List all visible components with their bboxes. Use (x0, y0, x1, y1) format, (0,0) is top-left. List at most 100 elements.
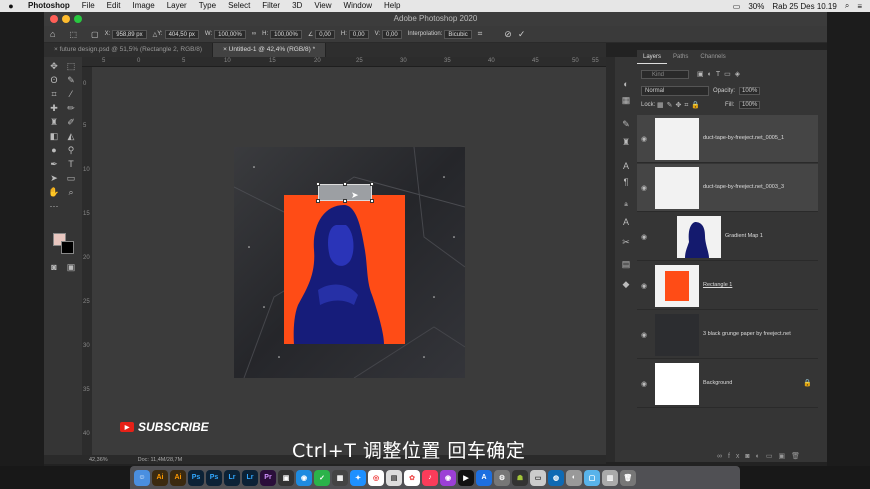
menu-image[interactable]: Image (126, 0, 160, 12)
menu-select[interactable]: Select (222, 0, 256, 12)
transform-handle[interactable] (343, 199, 347, 203)
eraser-tool-icon[interactable]: ◧ (49, 131, 59, 141)
zoom-level[interactable]: 42,36% (89, 457, 108, 463)
preview-icon[interactable]: ▭ (530, 469, 546, 486)
calendar-icon[interactable]: ▤ (386, 469, 402, 486)
spotlight-icon[interactable]: ⌕ (845, 1, 849, 11)
angle-field[interactable]: 0,00 (315, 29, 335, 39)
filter-icons[interactable]: ▣◐T▭◈ (697, 70, 744, 78)
menu-file[interactable]: File (76, 0, 101, 12)
transform-handle[interactable] (370, 199, 374, 203)
warp-icon[interactable]: ⌗ (478, 29, 483, 39)
visibility-eye-icon[interactable]: ◉ (641, 282, 647, 290)
menu-help[interactable]: Help (378, 0, 406, 12)
lightroom-icon[interactable]: Lr (224, 469, 240, 486)
commit-transform-icon[interactable]: ✓ (518, 29, 526, 40)
opacity-field[interactable]: 100% (739, 87, 761, 95)
tab-channels[interactable]: Channels (694, 50, 731, 64)
paragraph-panel-icon[interactable]: ¶ (621, 177, 631, 187)
zoom-tool-icon[interactable]: ⌕ (66, 187, 76, 197)
system-preferences-icon[interactable]: ⚙ (494, 469, 510, 486)
color-panel-icon[interactable]: ◐ (621, 79, 631, 89)
tab-paths[interactable]: Paths (667, 50, 694, 64)
quick-select-tool-icon[interactable]: ✎ (66, 75, 76, 85)
clone-source-icon[interactable]: ♜ (621, 137, 631, 147)
menu-edit[interactable]: Edit (101, 0, 127, 12)
character-panel-icon[interactable]: A (621, 161, 631, 171)
layer-name[interactable]: Rectangle 1 (703, 282, 732, 288)
layer-name[interactable]: 3 black grunge paper by freeject.net (703, 331, 791, 337)
brush-tool-icon[interactable]: ✏ (66, 103, 76, 113)
app-icon[interactable]: ▥ (602, 469, 618, 486)
photos-icon[interactable]: ✿ (404, 469, 420, 486)
cancel-transform-icon[interactable]: ⊘ (504, 29, 512, 40)
layer-row[interactable]: ◉ duct-tape-by-freeject.net_0003_3 (637, 164, 818, 212)
interpolation-select[interactable]: Bicubic (444, 29, 472, 39)
lasso-tool-icon[interactable]: ʘ (49, 75, 59, 85)
healing-brush-tool-icon[interactable]: ✚ (49, 103, 59, 113)
downloads-folder-icon[interactable]: ▢ (584, 469, 600, 486)
type-tool-icon[interactable]: T (66, 159, 76, 169)
podcasts-icon[interactable]: ◉ (440, 469, 456, 486)
app-icon[interactable]: ▦ (332, 469, 348, 486)
menu-type[interactable]: Type (193, 0, 222, 12)
screen-mode-icon[interactable]: ▣ (66, 262, 76, 272)
app-menu[interactable]: Photoshop (22, 0, 76, 12)
move-tool-icon[interactable]: ✥ (49, 61, 59, 71)
photoshop-icon[interactable]: Ps (206, 469, 222, 486)
clone-stamp-tool-icon[interactable]: ♜ (49, 117, 59, 127)
tab-layers[interactable]: Layers (637, 50, 668, 64)
trash-icon[interactable]: 🗑 (620, 469, 636, 486)
marquee-tool-icon[interactable]: ⬚ (66, 61, 76, 71)
visibility-eye-icon[interactable]: ◉ (641, 135, 647, 143)
more-tools-icon[interactable]: ⋯ (49, 201, 59, 211)
menu-layer[interactable]: Layer (161, 0, 193, 12)
minimize-window-button[interactable] (62, 15, 70, 23)
visibility-eye-icon[interactable]: ◉ (641, 184, 647, 192)
layer-row[interactable]: ◉ 3 black grunge paper by freeject.net (637, 311, 818, 359)
music-icon[interactable]: ♪ (422, 469, 438, 486)
transform-tool-icon[interactable]: ⬚ (69, 30, 77, 39)
background-color-swatch[interactable] (61, 241, 74, 254)
fill-field[interactable]: 100% (739, 101, 761, 109)
rectangle-tool-icon[interactable]: ▭ (66, 173, 76, 183)
premiere-icon[interactable]: Pr (260, 469, 276, 486)
close-window-button[interactable] (50, 15, 58, 23)
layer-name[interactable]: Background (703, 380, 732, 386)
tools-panel-icon[interactable]: ✂ (621, 237, 631, 247)
brush-settings-icon[interactable]: ✎ (621, 119, 631, 129)
chrome-icon[interactable]: ◎ (368, 469, 384, 486)
zoom-window-button[interactable] (74, 15, 82, 23)
layer-row[interactable]: ◉ Gradient Map 1 (637, 213, 818, 261)
glyphs-panel-icon[interactable]: ª (621, 201, 631, 211)
height-field[interactable]: 100,00% (270, 29, 302, 39)
media-encoder-icon[interactable]: ▣ (278, 469, 294, 486)
app-icon[interactable]: ◉ (296, 469, 312, 486)
transform-handle[interactable] (343, 182, 347, 186)
hand-tool-icon[interactable]: ✋ (48, 187, 59, 197)
illustrator-icon[interactable]: Ai (152, 469, 168, 486)
x-field[interactable]: 958,89 px (112, 29, 147, 39)
transform-handle[interactable] (316, 182, 320, 186)
android-icon[interactable]: ☗ (512, 469, 528, 486)
layer-row[interactable]: ◉ Background 🔒 (637, 360, 818, 408)
crop-tool-icon[interactable]: ⌗ (49, 89, 59, 99)
lock-icons[interactable]: ▦✎✥⌗🔒 (657, 101, 703, 110)
swatches-panel-icon[interactable]: ▦ (621, 95, 631, 105)
pen-tool-icon[interactable]: ✒ (49, 159, 59, 169)
history-brush-tool-icon[interactable]: ✐ (66, 117, 76, 127)
layer-row[interactable]: ◉ Rectangle 1 (637, 262, 818, 310)
styles-panel-icon[interactable]: A (621, 217, 631, 227)
transform-handle[interactable] (316, 199, 320, 203)
app-icon[interactable]: ◍ (548, 469, 564, 486)
lightroom-icon[interactable]: Lr (242, 469, 258, 486)
vskew-field[interactable]: 0,00 (382, 29, 402, 39)
control-center-icon[interactable]: ≡ (857, 2, 862, 11)
safari-icon[interactable]: ✦ (350, 469, 366, 486)
app-store-icon[interactable]: A (476, 469, 492, 486)
transform-handle[interactable] (370, 182, 374, 186)
menu-filter[interactable]: Filter (256, 0, 286, 12)
layer-actions-icons[interactable]: ∞fx◙◐▭▣🗑 (717, 452, 806, 460)
illustrator-icon[interactable]: Ai (170, 469, 186, 486)
app-icon[interactable]: ✓ (314, 469, 330, 486)
